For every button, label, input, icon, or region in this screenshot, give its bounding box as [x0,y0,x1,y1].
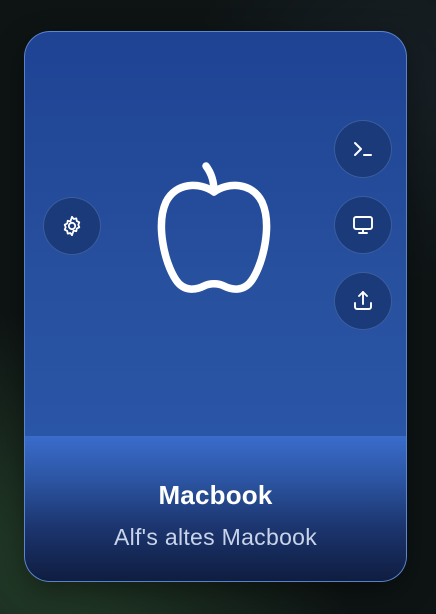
monitor-icon [351,213,375,237]
device-description: Alf's altes Macbook [113,524,318,550]
share-button[interactable] [334,272,392,330]
device-logo [145,154,285,314]
terminal-button[interactable] [334,120,392,178]
apple-logo-icon [150,161,280,307]
device-info-panel: Macbook Alf's altes Macbook [25,436,406,581]
terminal-icon [351,137,375,161]
device-name: Macbook [158,480,273,510]
gear-icon [60,214,84,238]
device-card[interactable]: Macbook Alf's altes Macbook [24,31,407,582]
settings-button[interactable] [43,197,101,255]
upload-icon [351,289,375,313]
display-button[interactable] [334,196,392,254]
